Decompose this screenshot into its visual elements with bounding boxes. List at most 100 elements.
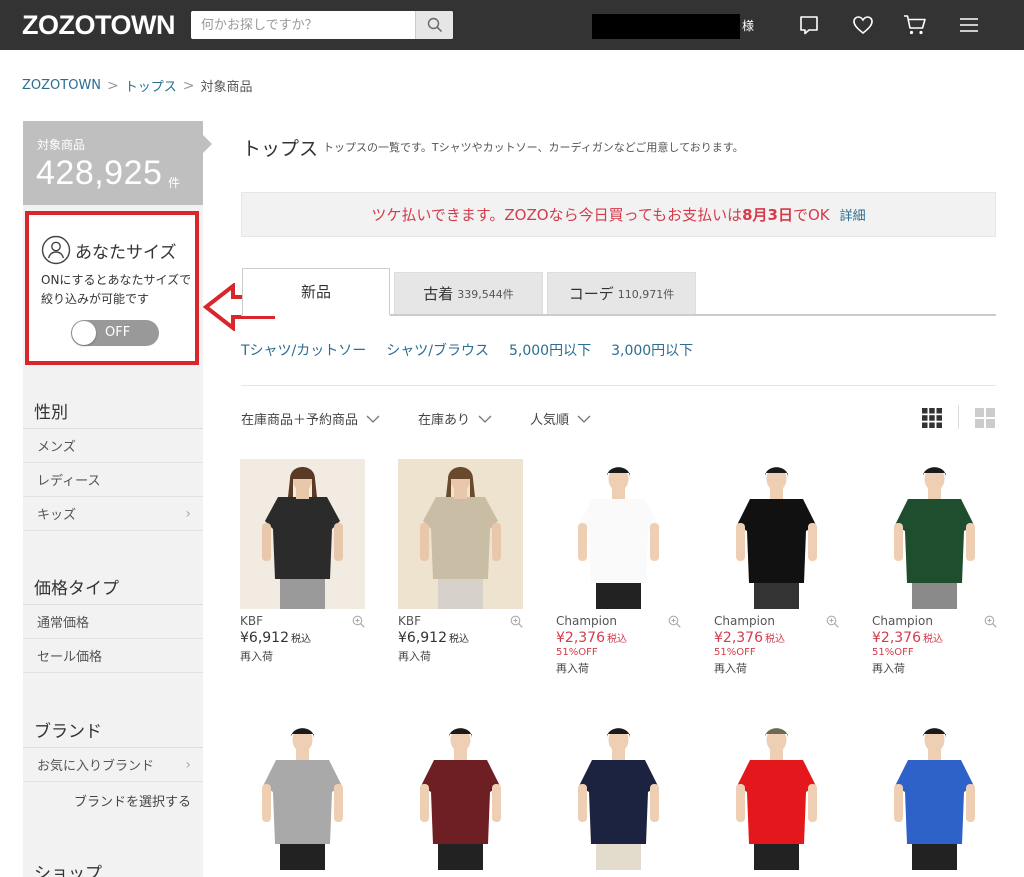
tab-coordinate[interactable]: コーデ 110,971件: [547, 272, 696, 314]
product-brand[interactable]: Champion: [872, 614, 933, 628]
item-type-tabs: 新品 古着 339,544件 コーデ 110,971件: [241, 268, 996, 316]
product-price-value: ¥2,376: [556, 630, 605, 646]
gender-kids[interactable]: キッズ ›: [23, 497, 203, 531]
product-price: ¥2,376 税込: [872, 630, 997, 646]
view-toggle-divider: [958, 405, 959, 429]
product-card[interactable]: KBF ¥6,912 税込 再入荷: [240, 459, 365, 664]
product-image[interactable]: [398, 720, 523, 870]
your-size-panel: あなたサイズ ONにするとあなたサイズで絞り込みが可能です OFF: [25, 211, 199, 365]
tax-included-label: 税込: [291, 634, 311, 645]
your-size-description: ONにするとあなたサイズで絞り込みが可能です: [41, 273, 192, 306]
subcategory-under-3000[interactable]: 3,000円以下: [611, 340, 693, 360]
promo-detail-link[interactable]: 詳細: [840, 205, 866, 224]
product-image[interactable]: [714, 720, 839, 870]
breadcrumb-current: 対象商品: [200, 80, 253, 95]
product-card[interactable]: [872, 720, 997, 870]
zoom-icon[interactable]: [510, 615, 523, 628]
tab-new[interactable]: 新品: [242, 268, 390, 316]
tab-used-label: 古着: [423, 285, 454, 303]
product-price: ¥2,376 税込: [556, 630, 681, 646]
large-grid-view-icon[interactable]: [975, 408, 995, 428]
user-name-redacted: [592, 14, 740, 39]
price-type-sale[interactable]: セール価格: [23, 639, 203, 673]
model-photo: [714, 459, 839, 609]
zoom-icon[interactable]: [984, 615, 997, 628]
favorite-brands[interactable]: お気に入りブランド ›: [23, 748, 203, 782]
zozotown-logo[interactable]: ZOZOTOWN: [22, 10, 175, 41]
breadcrumb-separator: >: [107, 77, 119, 94]
your-size-title: あなたサイズ: [41, 235, 177, 265]
search-input[interactable]: [191, 11, 417, 39]
product-card[interactable]: [714, 720, 839, 870]
subcategory-under-5000[interactable]: 5,000円以下: [509, 340, 591, 360]
zoom-icon[interactable]: [826, 615, 839, 628]
search-button[interactable]: [415, 11, 453, 39]
tab-new-label: 新品: [300, 283, 331, 301]
chevron-right-icon: ›: [185, 756, 191, 773]
product-card[interactable]: KBF ¥6,912 税込 再入荷: [398, 459, 523, 664]
promo-text-after: でOK: [792, 206, 830, 224]
product-brand[interactable]: KBF: [398, 614, 421, 628]
tab-used-count: 339,544件: [457, 287, 514, 301]
availability-dropdown[interactable]: 在庫あり: [418, 409, 492, 428]
subcategory-tshirt[interactable]: Tシャツ/カットソー: [241, 340, 366, 360]
cart-button[interactable]: [903, 13, 927, 37]
gender-filter-section: 性別 メンズ レディース キッズ ›: [23, 393, 203, 531]
sort-order-dropdown[interactable]: 人気順: [530, 409, 591, 428]
gender-mens[interactable]: メンズ: [23, 429, 203, 463]
stock-type-label: 在庫商品＋予約商品: [241, 413, 359, 428]
sort-order-label: 人気順: [530, 413, 570, 428]
product-card[interactable]: Champion ¥2,376 税込 51%OFF 再入荷: [714, 459, 839, 676]
chevron-right-icon: ›: [185, 505, 191, 522]
product-card[interactable]: Champion ¥2,376 税込 51%OFF 再入荷: [556, 459, 681, 676]
product-card[interactable]: Champion ¥2,376 税込 51%OFF 再入荷: [872, 459, 997, 676]
product-image[interactable]: [556, 459, 681, 609]
stock-type-dropdown[interactable]: 在庫商品＋予約商品: [241, 409, 380, 428]
product-brand[interactable]: Champion: [714, 614, 775, 628]
product-brand[interactable]: Champion: [556, 614, 617, 628]
product-price-value: ¥2,376: [714, 630, 763, 646]
product-card[interactable]: [398, 720, 523, 870]
select-brand-link[interactable]: ブランドを選択する: [23, 782, 203, 818]
gender-kids-label: キッズ: [37, 508, 77, 523]
your-size-toggle[interactable]: OFF: [71, 320, 159, 346]
product-image[interactable]: [714, 459, 839, 609]
product-card[interactable]: [556, 720, 681, 870]
menu-button[interactable]: [957, 13, 981, 37]
zoom-icon[interactable]: [668, 615, 681, 628]
product-discount: 51%OFF: [714, 647, 756, 658]
grid-view-icon[interactable]: [922, 408, 942, 428]
product-image[interactable]: [240, 720, 365, 870]
breadcrumb-home[interactable]: ZOZOTOWN: [22, 78, 101, 93]
price-type-regular[interactable]: 通常価格: [23, 605, 203, 639]
product-image[interactable]: [872, 720, 997, 870]
product-price-value: ¥6,912: [398, 630, 447, 646]
toggle-label: OFF: [105, 325, 131, 340]
price-type-sale-label: セール価格: [37, 650, 103, 665]
subcategory-shirt-blouse[interactable]: シャツ/ブラウス: [386, 340, 489, 360]
product-brand-row: Champion: [556, 614, 681, 628]
tab-used[interactable]: 古着 339,544件: [394, 272, 543, 314]
price-type-filter-section: 価格タイプ 通常価格 セール価格: [23, 569, 203, 673]
product-brand-row: Champion: [714, 614, 839, 628]
toggle-knob: [72, 321, 96, 345]
messages-button[interactable]: [797, 13, 821, 37]
gender-ladies[interactable]: レディース: [23, 463, 203, 497]
product-price-value: ¥6,912: [240, 630, 289, 646]
product-image[interactable]: [398, 459, 523, 609]
product-image[interactable]: [556, 720, 681, 870]
favorite-brands-label: お気に入りブランド: [37, 759, 155, 774]
favorites-button[interactable]: [851, 13, 875, 37]
subcategory-links: Tシャツ/カットソー シャツ/ブラウス 5,000円以下 3,000円以下: [241, 340, 693, 360]
chevron-down-icon: [366, 415, 380, 423]
zoom-icon[interactable]: [352, 615, 365, 628]
product-card[interactable]: [240, 720, 365, 870]
site-header: ZOZOTOWN 様: [0, 0, 1024, 50]
product-image[interactable]: [240, 459, 365, 609]
breadcrumb-tops[interactable]: トップス: [125, 76, 177, 95]
sort-filter-bar: 在庫商品＋予約商品 在庫あり 人気順: [241, 409, 629, 428]
product-image[interactable]: [872, 459, 997, 609]
product-brand[interactable]: KBF: [240, 614, 263, 628]
availability-label: 在庫あり: [418, 413, 471, 428]
page-title: トップス: [242, 138, 319, 160]
